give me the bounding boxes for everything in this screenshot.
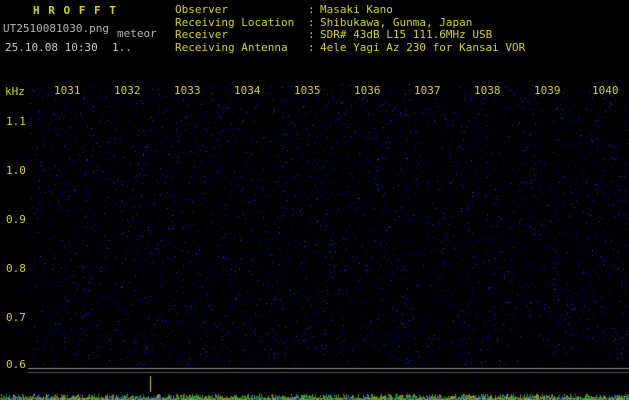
info-row-antenna: Receiving Antenna : 4ele Yagi Az 230 for… <box>175 40 526 55</box>
x-tick: 1039 <box>534 84 561 97</box>
y-tick: 1.1 <box>6 115 26 128</box>
y-tick: 0.9 <box>6 213 26 226</box>
x-tick: 1034 <box>234 84 261 97</box>
info-row-receiver: Receiver : SDR# 43dB L15 111.6MHz USB <box>175 28 525 42</box>
x-tick: 1033 <box>174 84 201 97</box>
y-tick: 0.7 <box>6 311 26 324</box>
spectrogram-noise-canvas <box>0 0 629 400</box>
hrofft-window: H R O F F T UT2510081030.png meteor 25.1… <box>0 0 629 400</box>
y-tick: 0.8 <box>6 262 26 275</box>
y-tick: 1.0 <box>6 164 26 177</box>
app-title: H R O F F T <box>33 4 117 17</box>
info-label: Observer <box>175 3 228 16</box>
info-colon: : <box>308 40 315 54</box>
info-row-observer: Observer : Masaki Kano <box>175 3 525 17</box>
output-filename: UT2510081030.png <box>3 22 109 35</box>
x-tick: 1032 <box>114 84 141 97</box>
x-tick: 1037 <box>414 84 441 97</box>
observatory-tag: meteor <box>117 27 157 40</box>
x-tick: 1040 <box>592 84 619 97</box>
info-label: Receiving Antenna <box>175 40 288 54</box>
station-info: Observer : Masaki Kano Receiving Locatio… <box>175 3 526 55</box>
y-tick: 0.6 <box>6 358 26 371</box>
info-colon: : <box>308 3 315 16</box>
info-label: Receiver <box>175 28 228 41</box>
x-tick: 1038 <box>474 84 501 97</box>
sequence-counter: 1.. <box>112 41 132 54</box>
info-value: SDR# 43dB L15 111.6MHz USB <box>320 28 493 41</box>
info-colon: : <box>308 28 315 41</box>
x-tick: 1036 <box>354 84 381 97</box>
info-value: 4ele Yagi Az 230 for Kansai VOR <box>320 40 526 54</box>
x-tick: 1035 <box>294 84 321 97</box>
observation-datetime: 25.10.08 10:30 <box>5 41 98 54</box>
info-value: Masaki Kano <box>320 3 393 16</box>
x-tick: 1031 <box>54 84 81 97</box>
y-axis-unit: kHz <box>5 85 25 98</box>
